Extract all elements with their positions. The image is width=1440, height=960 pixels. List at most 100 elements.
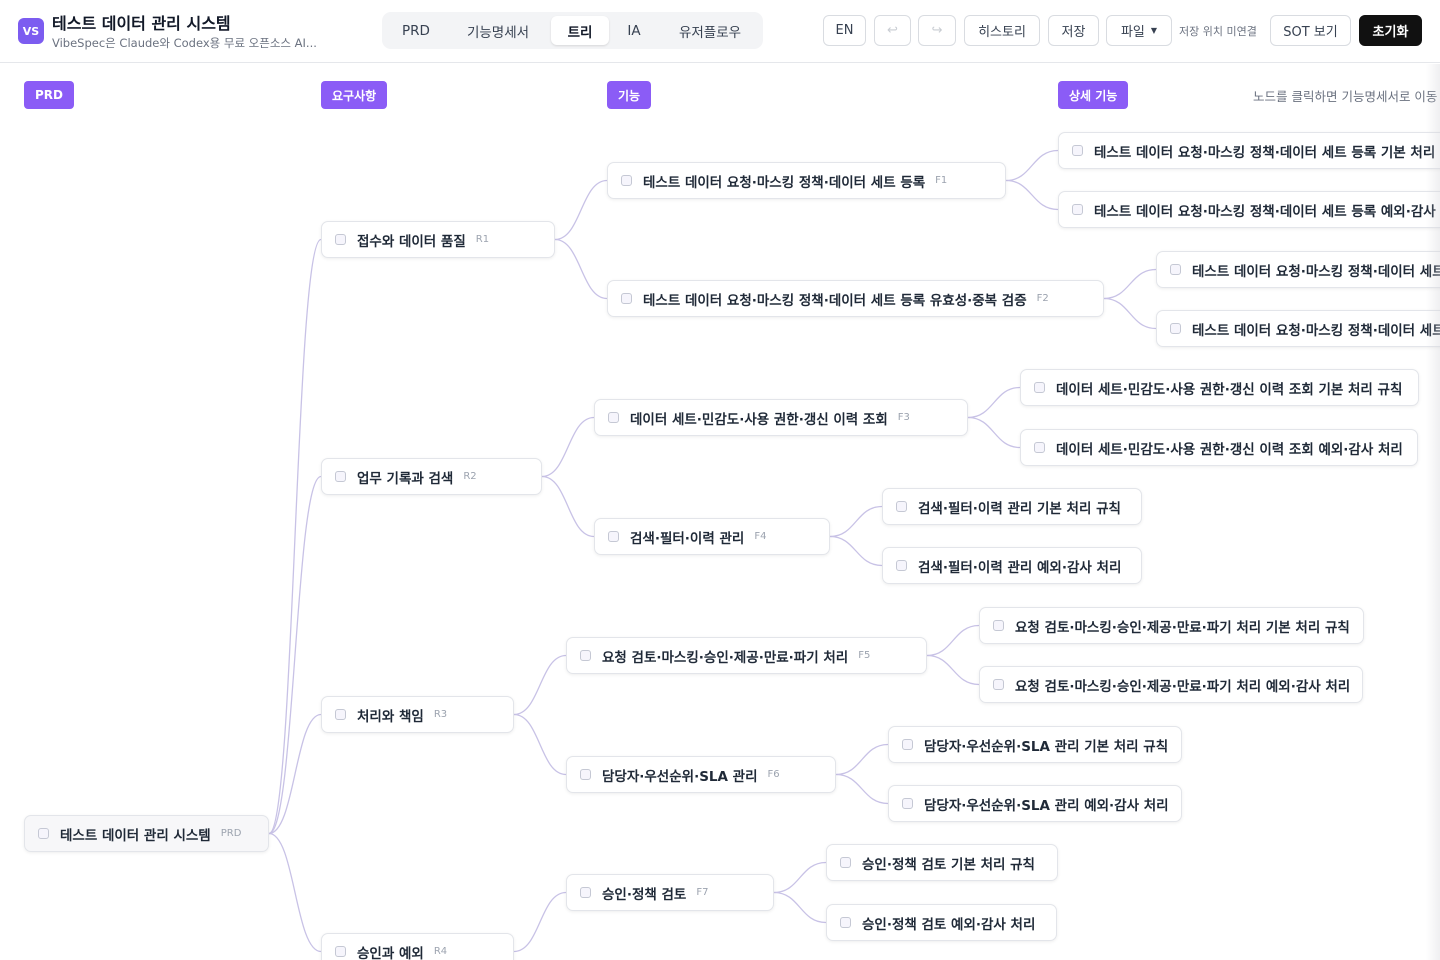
node-label: 데이터 세트·민감도·사용 권한·갱신 이력 조회 (630, 411, 888, 428)
node-checkbox[interactable] (335, 946, 346, 957)
node-label: 요청 검토·마스킹·승인·제공·만료·파기 처리 기본 처리 규칙 (1015, 619, 1350, 636)
tree-node-detail[interactable]: 데이터 세트·민감도·사용 권한·갱신 이력 조회 기본 처리 규칙 (1020, 369, 1419, 406)
save-location-status: 저장 위치 미연결 (1179, 25, 1257, 38)
view-tabs: PRD 기능명세서 트리 IA 유저플로우 (382, 12, 763, 49)
node-checkbox[interactable] (902, 798, 913, 809)
tree-edge (1103, 297, 1157, 330)
tree-edge (554, 238, 608, 300)
tree-node-detail[interactable]: 담당자·우선순위·SLA 관리 기본 처리 규칙 (888, 726, 1182, 763)
language-button[interactable]: EN (823, 15, 866, 46)
tree-edge (268, 713, 322, 835)
node-checkbox[interactable] (896, 501, 907, 512)
tree-edge (541, 475, 595, 538)
navigation-hint: 노드를 클릭하면 기능명세서로 이동 (1253, 89, 1438, 104)
sot-view-button[interactable]: SOT 보기 (1270, 15, 1351, 46)
tree-node-feature[interactable]: 테스트 데이터 요청·마스킹 정책·데이터 세트 등록 유효성·중복 검증 F2 (607, 280, 1104, 317)
tree-node-feature[interactable]: 데이터 세트·민감도·사용 권한·갱신 이력 조회 F3 (594, 399, 968, 436)
tab-feature-spec[interactable]: 기능명세서 (452, 16, 544, 45)
node-checkbox[interactable] (1034, 442, 1045, 453)
tree-node-feature[interactable]: 테스트 데이터 요청·마스킹 정책·데이터 세트 등록 F1 (607, 162, 1006, 199)
node-checkbox[interactable] (335, 471, 346, 482)
tree-edge (773, 861, 827, 894)
node-checkbox[interactable] (840, 857, 851, 868)
node-checkbox[interactable] (1170, 264, 1181, 275)
tree-node-feature[interactable]: 담당자·우선순위·SLA 관리 F6 (566, 756, 836, 793)
tree-edge (829, 505, 883, 538)
tree-node-requirement[interactable]: 승인과 예외 R4 (321, 933, 514, 960)
redo-button[interactable]: ↪ (918, 15, 956, 46)
tab-tree[interactable]: 트리 (551, 16, 609, 45)
node-checkbox[interactable] (38, 828, 49, 839)
tree-node-detail[interactable]: 요청 검토·마스킹·승인·제공·만료·파기 처리 예외·감사 처리 (979, 666, 1363, 703)
node-label: 담당자·우선순위·SLA 관리 (602, 768, 758, 785)
node-checkbox[interactable] (608, 412, 619, 423)
tree-node-detail[interactable]: 테스트 데이터 요청·마스킹 정책·데이터 세트 등록 기본 처리 규칙 (1058, 132, 1440, 169)
reset-button[interactable]: 초기화 (1359, 15, 1422, 46)
node-checkbox[interactable] (580, 887, 591, 898)
node-checkbox[interactable] (580, 650, 591, 661)
tree-node-detail[interactable]: 승인·정책 검토 기본 처리 규칙 (826, 844, 1058, 881)
tree-node-requirement[interactable]: 처리와 책임 R3 (321, 696, 514, 733)
node-label: 테스트 데이터 요청·마스킹 정책·데이터 세트 등록 기본 처리 규칙 (1094, 144, 1440, 161)
tab-user-flow[interactable]: 유저플로우 (662, 16, 758, 45)
tree-node-root[interactable]: 테스트 데이터 관리 시스템 PRD (24, 815, 269, 852)
node-checkbox[interactable] (335, 709, 346, 720)
tree-canvas[interactable]: PRD 요구사항 기능 상세 기능 노드를 클릭하면 기능명세서로 이동 테스트… (0, 64, 1440, 960)
node-label: 데이터 세트·민감도·사용 권한·갱신 이력 조회 예외·감사 처리 (1056, 441, 1403, 458)
top-bar: VS 테스트 데이터 관리 시스템 VibeSpec은 Claude와 Code… (0, 0, 1440, 63)
history-button[interactable]: 히스토리 (964, 15, 1040, 46)
tree-node-detail[interactable]: 테스트 데이터 요청·마스킹 정책·데이터 세트 등록 유효성·중복 검증 기본… (1156, 251, 1440, 288)
node-checkbox[interactable] (1072, 204, 1083, 215)
tree-node-detail[interactable]: 테스트 데이터 요청·마스킹 정책·데이터 세트 등록 예외·감사 처리 (1058, 191, 1440, 228)
node-checkbox[interactable] (335, 234, 346, 245)
node-label: 요청 검토·마스킹·승인·제공·만료·파기 처리 예외·감사 처리 (1015, 678, 1351, 695)
node-checkbox[interactable] (1170, 323, 1181, 334)
tree-node-detail[interactable]: 요청 검토·마스킹·승인·제공·만료·파기 처리 기본 처리 규칙 (979, 607, 1364, 644)
tree-node-requirement[interactable]: 업무 기록과 검색 R2 (321, 458, 542, 495)
node-checkbox[interactable] (1072, 145, 1083, 156)
tree-edge (926, 654, 980, 686)
file-menu-button[interactable]: 파일 ▼ (1106, 15, 1172, 46)
node-label: 데이터 세트·민감도·사용 권한·갱신 이력 조회 기본 처리 규칙 (1056, 381, 1403, 398)
node-code: F7 (696, 887, 709, 898)
column-label-detail-features: 상세 기능 (1058, 81, 1129, 109)
node-checkbox[interactable] (580, 769, 591, 780)
save-button[interactable]: 저장 (1048, 15, 1099, 46)
tree-node-requirement[interactable]: 접수와 데이터 품질 R1 (321, 221, 555, 258)
node-checkbox[interactable] (993, 620, 1004, 631)
undo-icon: ↩ (887, 23, 898, 38)
tree-edge (835, 773, 889, 805)
node-checkbox[interactable] (896, 560, 907, 571)
node-checkbox[interactable] (993, 679, 1004, 690)
tree-node-feature[interactable]: 검색·필터·이력 관리 F4 (594, 518, 830, 555)
tree-node-detail[interactable]: 검색·필터·이력 관리 기본 처리 규칙 (882, 488, 1142, 525)
node-checkbox[interactable] (608, 531, 619, 542)
tree-node-detail[interactable]: 승인·정책 검토 예외·감사 처리 (826, 904, 1057, 941)
app-subtitle: VibeSpec은 Claude와 Codex용 무료 오픈소스 AI... (52, 36, 317, 50)
tree-node-feature[interactable]: 요청 검토·마스킹·승인·제공·만료·파기 처리 F5 (566, 637, 927, 674)
node-checkbox[interactable] (621, 293, 632, 304)
tab-prd[interactable]: PRD (388, 16, 444, 45)
tree-node-detail[interactable]: 데이터 세트·민감도·사용 권한·갱신 이력 조회 예외·감사 처리 (1020, 429, 1418, 466)
node-code: F6 (767, 769, 780, 780)
tree-edge (541, 416, 595, 478)
node-checkbox[interactable] (621, 175, 632, 186)
tree-node-detail[interactable]: 테스트 데이터 요청·마스킹 정책·데이터 세트 등록 유효성·중복 검증 예외… (1156, 310, 1440, 347)
node-checkbox[interactable] (840, 917, 851, 928)
node-code: R1 (475, 234, 490, 245)
undo-button[interactable]: ↩ (874, 15, 911, 46)
tab-ia[interactable]: IA (615, 16, 653, 45)
tree-node-detail[interactable]: 담당자·우선순위·SLA 관리 예외·감사 처리 (888, 785, 1182, 822)
node-code: F2 (1036, 293, 1049, 304)
node-code: PRD (220, 828, 242, 839)
tree-node-detail[interactable]: 검색·필터·이력 관리 예외·감사 처리 (882, 547, 1142, 584)
node-checkbox[interactable] (902, 739, 913, 750)
node-code: F4 (754, 531, 767, 542)
node-checkbox[interactable] (1034, 382, 1045, 393)
tree-node-feature[interactable]: 승인·정책 검토 F7 (566, 874, 774, 911)
tree-edge (829, 535, 883, 567)
node-label: 담당자·우선순위·SLA 관리 기본 처리 규칙 (924, 738, 1169, 755)
node-label: 요청 검토·마스킹·승인·제공·만료·파기 처리 (602, 649, 849, 666)
node-code: F5 (858, 650, 871, 661)
tree-edge (513, 713, 567, 776)
